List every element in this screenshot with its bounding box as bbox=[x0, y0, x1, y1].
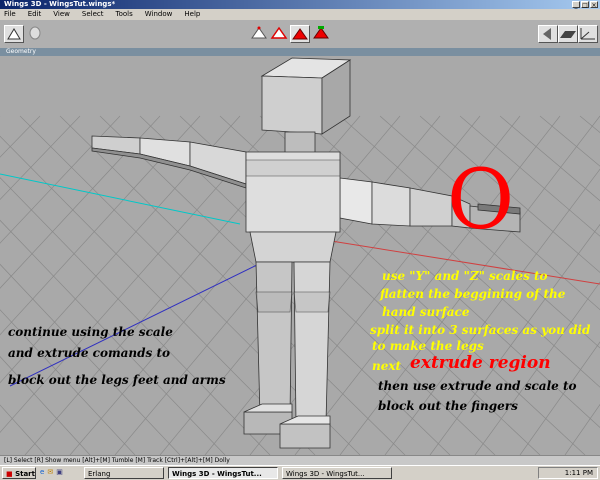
note-right-next: next bbox=[372, 359, 402, 373]
grid-line bbox=[564, 403, 600, 455]
note-right-3: hand surface bbox=[382, 305, 470, 319]
body-mode-button[interactable] bbox=[312, 25, 332, 43]
desktop-icon[interactable]: ▣ bbox=[56, 468, 63, 476]
note-right-1: use "Y" and "Z" scales to bbox=[382, 269, 548, 283]
grid-line bbox=[0, 115, 121, 244]
edge-mode-button[interactable] bbox=[270, 25, 290, 43]
geometry-viewport[interactable]: O continue using the scale and extrude c… bbox=[0, 56, 600, 455]
task-wings-1[interactable]: Wings 3D - WingsTut... bbox=[168, 467, 278, 479]
viewport-scene bbox=[0, 57, 600, 455]
task-wings-2[interactable]: Wings 3D - WingsTut... bbox=[282, 467, 392, 479]
perspective-view-button[interactable] bbox=[538, 25, 558, 43]
ground-plane-button[interactable] bbox=[558, 25, 578, 43]
grid-line bbox=[0, 115, 81, 200]
task-erlang-label: Erlang bbox=[88, 470, 111, 478]
axes-button[interactable] bbox=[578, 25, 598, 43]
note-extrude-region: extrude region bbox=[410, 353, 551, 373]
start-label: Start bbox=[15, 470, 35, 478]
note-left-3: block out the legs feet and arms bbox=[8, 373, 226, 387]
outlook-icon[interactable]: ✉ bbox=[47, 468, 53, 476]
menu-view[interactable]: View bbox=[53, 9, 70, 20]
shading-button[interactable] bbox=[26, 25, 46, 43]
menu-edit[interactable]: Edit bbox=[28, 9, 42, 20]
red-letter-o: O bbox=[447, 153, 515, 248]
grid-line bbox=[0, 115, 161, 289]
note-left-1: continue using the scale bbox=[8, 325, 173, 339]
face-mode-button[interactable] bbox=[290, 25, 310, 43]
title-bar: Wings 3D - WingsTut.wings* _ □ × bbox=[0, 0, 600, 9]
task-wings-1-label: Wings 3D - WingsTut... bbox=[172, 470, 262, 478]
close-button[interactable]: × bbox=[590, 1, 598, 9]
status-bar: [L] Select [R] Show menu [Alt]+[M] Tumbl… bbox=[0, 455, 600, 465]
minimize-button[interactable]: _ bbox=[572, 1, 580, 9]
geometry-header: Geometry bbox=[0, 48, 600, 56]
clock: 1:11 PM bbox=[564, 469, 593, 477]
note-right-7: then use extrude and scale to bbox=[378, 379, 577, 393]
maximize-button[interactable]: □ bbox=[581, 1, 589, 9]
system-tray: 1:11 PM bbox=[538, 467, 598, 479]
note-right-4: split it into 3 surfaces as you did bbox=[370, 323, 591, 337]
menu-tools[interactable]: Tools bbox=[116, 9, 133, 20]
window-title: Wings 3D - WingsTut.wings* bbox=[4, 0, 116, 8]
task-wings-2-label: Wings 3D - WingsTut... bbox=[286, 470, 365, 478]
windows-logo-icon: ■ bbox=[6, 470, 13, 478]
z-axis-line bbox=[0, 173, 241, 225]
menu-bar: File Edit View Select Tools Window Help bbox=[0, 9, 600, 20]
menu-file[interactable]: File bbox=[4, 9, 16, 20]
task-erlang[interactable]: Erlang bbox=[84, 467, 164, 479]
smooth-preview-button[interactable] bbox=[4, 25, 24, 43]
menu-select[interactable]: Select bbox=[82, 9, 104, 20]
menu-help[interactable]: Help bbox=[184, 9, 200, 20]
vertex-mode-button[interactable] bbox=[250, 25, 270, 43]
note-right-2: flatten the beggining of the bbox=[380, 287, 566, 301]
menu-window[interactable]: Window bbox=[145, 9, 173, 20]
quick-launch: e ✉ ▣ bbox=[40, 468, 63, 476]
toolbar bbox=[0, 20, 600, 49]
grid-line bbox=[0, 404, 46, 455]
note-right-8: block out the fingers bbox=[378, 399, 518, 413]
ie-icon[interactable]: e bbox=[40, 468, 44, 476]
grid-line bbox=[579, 115, 600, 133]
note-left-2: and extrude comands to bbox=[8, 346, 171, 360]
start-button[interactable]: ■ Start bbox=[2, 467, 36, 479]
windows-taskbar: ■ Start e ✉ ▣ Erlang Wings 3D - WingsTut… bbox=[0, 465, 600, 480]
